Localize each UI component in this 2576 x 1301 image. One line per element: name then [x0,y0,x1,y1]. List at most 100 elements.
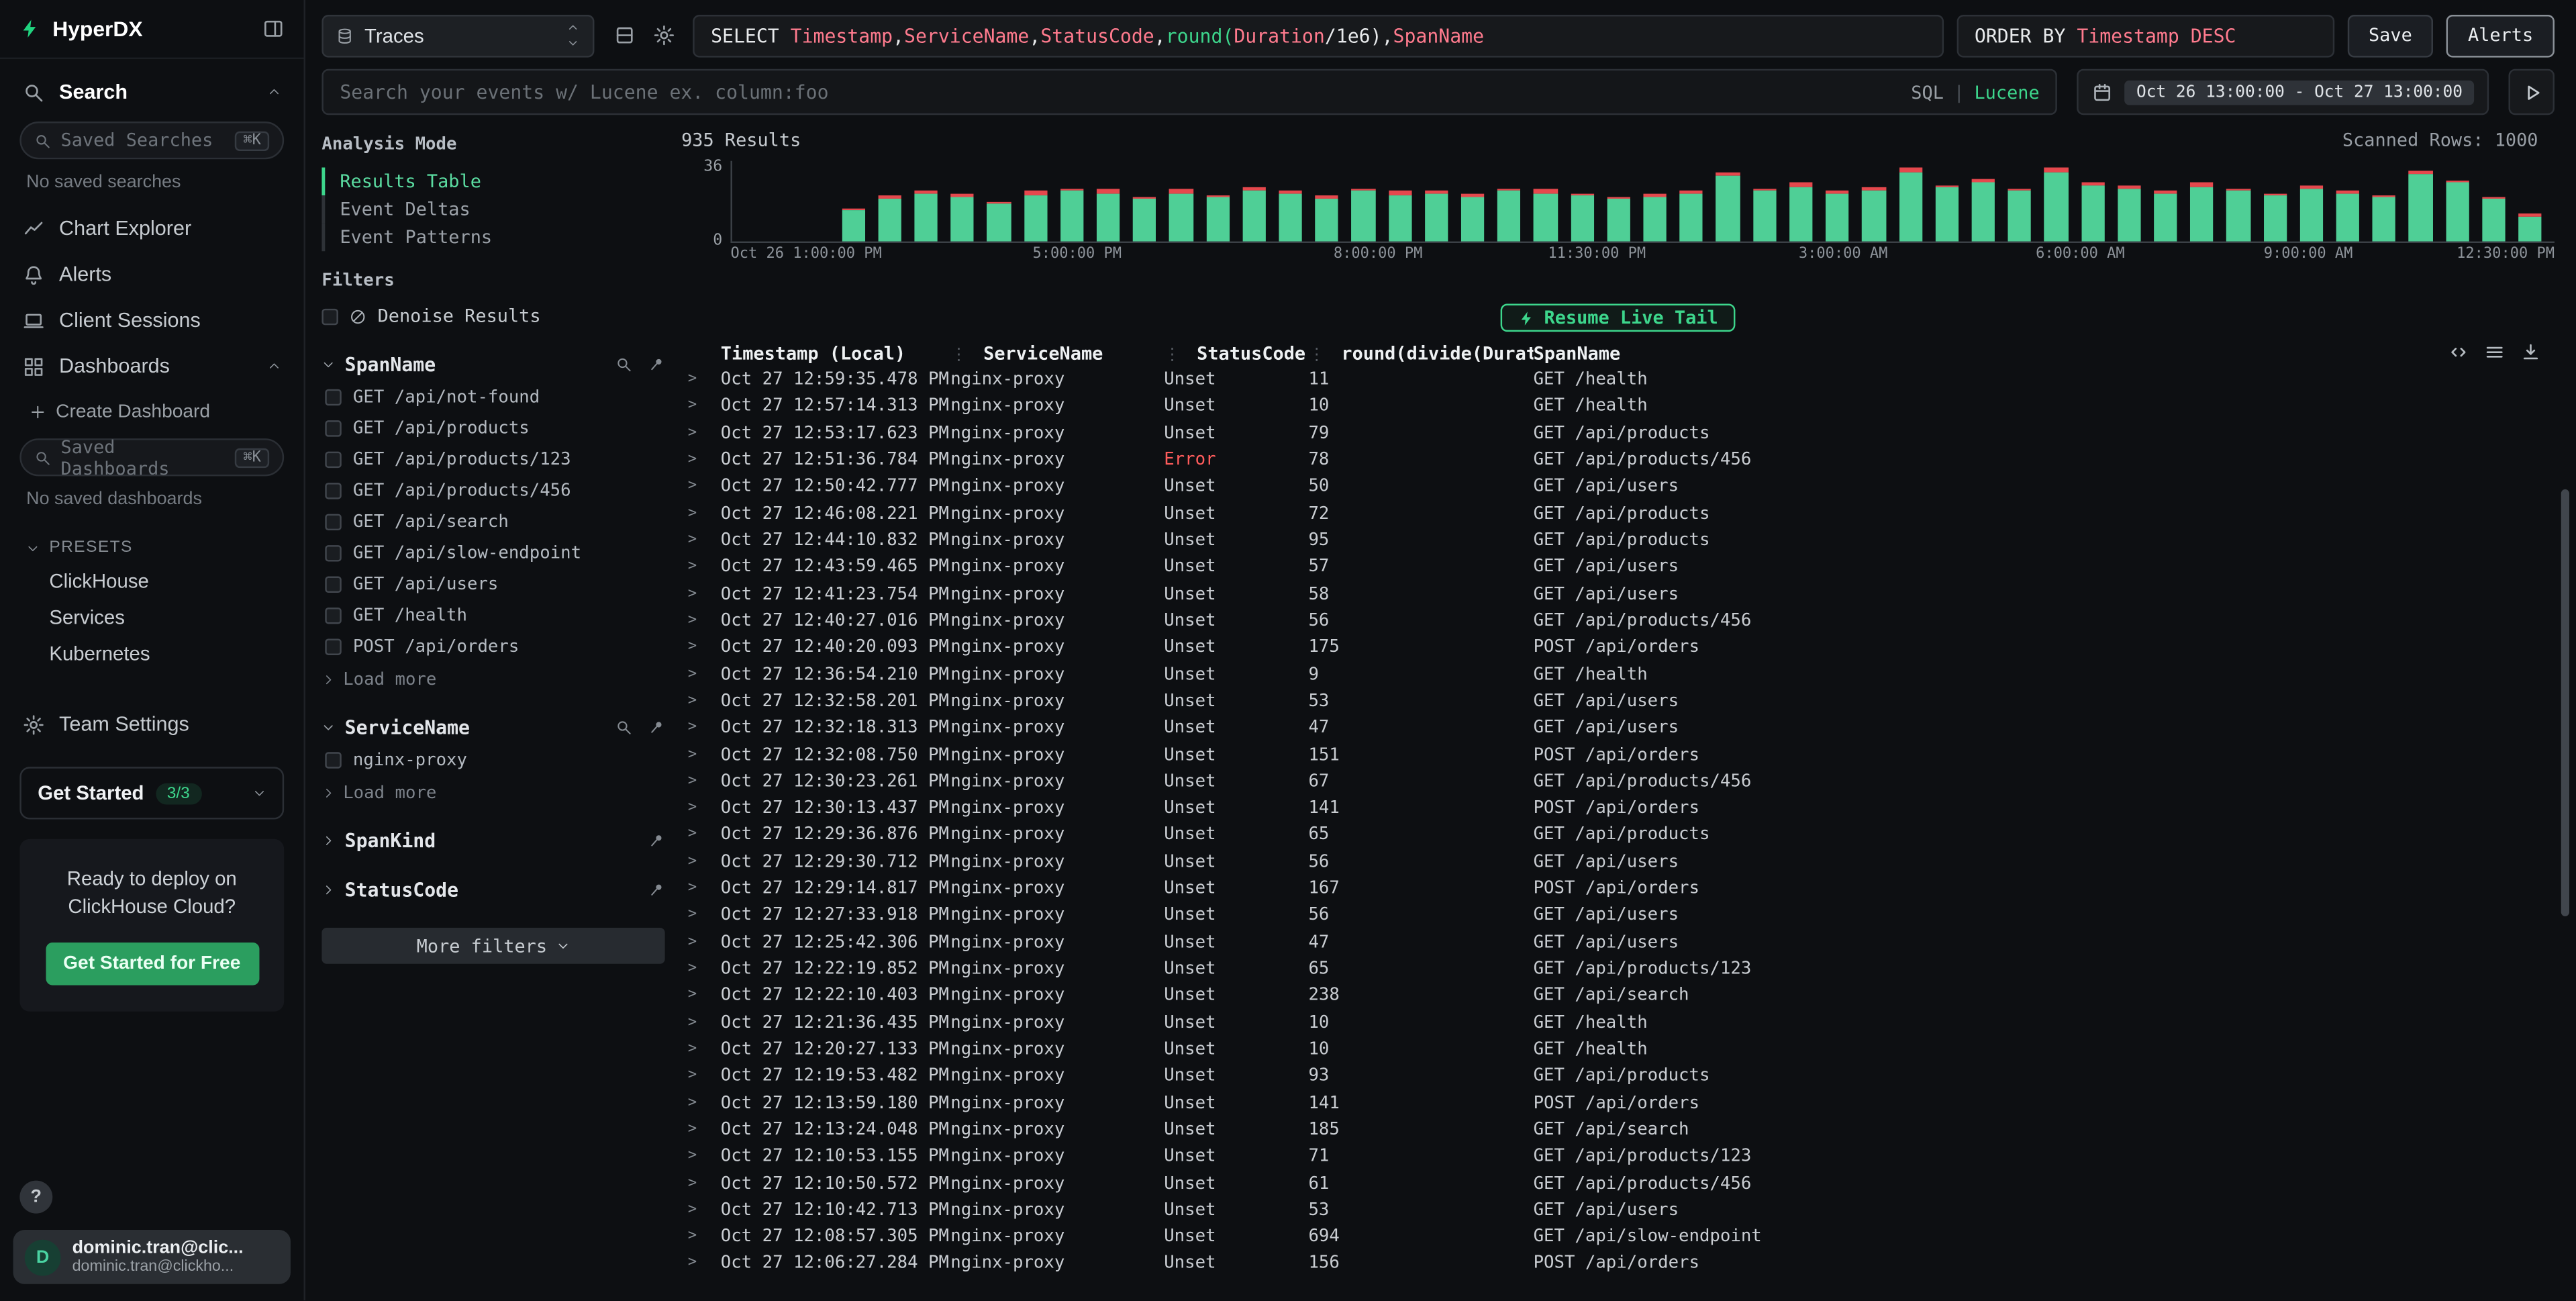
run-query-button[interactable] [2508,69,2554,115]
expand-row-icon[interactable]: > [688,585,721,601]
expand-row-icon[interactable]: > [688,559,721,575]
column-header-duration[interactable]: round(divide(Duration, [1308,342,1533,364]
histogram-bar[interactable] [2154,167,2190,241]
expand-row-icon[interactable]: > [688,1148,721,1164]
histogram-bar[interactable] [987,167,1024,241]
histogram-bar[interactable] [1388,167,1424,241]
code-view-icon[interactable] [2448,342,2469,363]
histogram-bar[interactable] [2409,167,2445,241]
denoise-results-toggle[interactable]: Denoise Results [321,305,664,327]
sidebar-item-team-settings[interactable]: Team Settings [0,701,304,746]
checkbox[interactable] [325,752,341,768]
histogram-bar[interactable] [1971,167,2008,241]
checkbox[interactable] [325,389,341,405]
table-row[interactable]: >Oct 27 12:44:10.832 PMnginx-proxyUnset9… [681,527,2555,554]
histogram-bar[interactable] [1716,167,1752,241]
table-row[interactable]: >Oct 27 12:30:23.261 PMnginx-proxyUnset6… [681,768,2555,795]
table-row[interactable]: >Oct 27 12:20:27.133 PMnginx-proxyUnset1… [681,1036,2555,1063]
filter-group-statuscode[interactable]: StatusCode [321,879,664,902]
expand-row-icon[interactable]: > [688,720,721,736]
table-row[interactable]: >Oct 27 12:10:50.572 PMnginx-proxyUnset6… [681,1169,2555,1196]
pin-icon[interactable] [648,882,664,898]
expand-row-icon[interactable]: > [688,693,721,709]
saved-dashboards-input[interactable]: Saved Dashboards ⌘K [19,438,284,476]
pin-icon[interactable] [648,832,664,849]
mode-sql[interactable]: SQL [1911,81,1944,103]
checkbox[interactable] [325,638,341,655]
expand-row-icon[interactable]: > [688,987,721,1004]
histogram-bar[interactable] [1206,167,1242,241]
preset-services[interactable]: Services [0,599,304,636]
table-row[interactable]: >Oct 27 12:13:59.180 PMnginx-proxyUnset1… [681,1090,2555,1116]
histogram-bar[interactable] [2373,167,2409,241]
source-select[interactable]: Traces [321,14,594,57]
histogram-bar[interactable] [2336,167,2373,241]
sidebar-item-chart-explorer[interactable]: Chart Explorer [0,205,304,251]
histogram-bar[interactable] [1461,167,1497,241]
expand-row-icon[interactable]: > [688,1175,721,1191]
column-header-spanname[interactable]: SpanName [1534,342,2555,364]
expand-row-icon[interactable]: > [688,1041,721,1057]
sidebar-item-dashboards[interactable]: Dashboards [0,343,304,389]
vertical-scrollbar[interactable] [2561,489,2569,916]
expand-row-icon[interactable]: > [688,532,721,548]
alerts-button[interactable]: Alerts [2446,14,2555,57]
help-button[interactable]: ? [19,1181,52,1214]
expand-row-icon[interactable]: > [688,639,721,655]
expand-row-icon[interactable]: > [688,800,721,816]
table-row[interactable]: >Oct 27 12:22:19.852 PMnginx-proxyUnset6… [681,955,2555,982]
table-row[interactable]: >Oct 27 12:40:27.016 PMnginx-proxyUnset5… [681,608,2555,634]
filter-option[interactable]: GET /api/search [321,512,664,532]
filter-option[interactable]: GET /api/products/456 [321,481,664,501]
histogram-bar[interactable] [1425,167,1461,241]
saved-searches-input[interactable]: Saved Searches ⌘K [19,122,284,159]
checkbox[interactable] [321,308,338,324]
table-row[interactable]: >Oct 27 12:13:24.048 PMnginx-proxyUnset1… [681,1116,2555,1143]
table-row[interactable]: >Oct 27 12:21:36.435 PMnginx-proxyUnset1… [681,1009,2555,1036]
expand-row-icon[interactable]: > [688,961,721,977]
select-clause-input[interactable]: SELECT Timestamp,ServiceName,StatusCode,… [693,14,1943,57]
histogram-bar[interactable] [842,167,878,241]
histogram-bar[interactable] [2190,167,2226,241]
filter-option[interactable]: GET /api/slow-endpoint [321,544,664,563]
table-row[interactable]: >Oct 27 12:32:08.750 PMnginx-proxyUnset1… [681,741,2555,768]
table-row[interactable]: >Oct 27 12:40:20.093 PMnginx-proxyUnset1… [681,634,2555,661]
analysis-mode-results-table[interactable]: Results Table [321,167,664,195]
expand-row-icon[interactable]: > [688,853,721,869]
histogram-bar[interactable] [1242,167,1279,241]
checkbox[interactable] [325,483,341,499]
table-row[interactable]: >Oct 27 12:32:18.313 PMnginx-proxyUnset4… [681,714,2555,741]
expand-row-icon[interactable]: > [688,826,721,842]
histogram-bar[interactable] [769,167,805,241]
table-row[interactable]: >Oct 27 12:27:33.918 PMnginx-proxyUnset5… [681,902,2555,928]
resume-live-tail-button[interactable]: Resume Live Tail [1499,304,1736,332]
histogram-bar[interactable] [1644,167,1680,241]
histogram-bar[interactable] [2482,167,2518,241]
histogram-bar[interactable] [1789,167,1826,241]
histogram-bar[interactable] [1497,167,1534,241]
get-started-for-free-button[interactable]: Get Started for Free [45,942,258,985]
histogram-bar[interactable] [2518,167,2555,241]
column-header-timestamp[interactable]: Timestamp (Local) [721,342,950,364]
expand-row-icon[interactable]: > [688,371,721,387]
expand-row-icon[interactable]: > [688,1121,721,1137]
table-row[interactable]: >Oct 27 12:43:59.465 PMnginx-proxyUnset5… [681,554,2555,581]
histogram-bar[interactable] [1935,167,1971,241]
pin-icon[interactable] [648,719,664,735]
expand-row-icon[interactable]: > [688,1255,721,1271]
expand-row-icon[interactable]: > [688,1094,721,1110]
table-row[interactable]: >Oct 27 12:22:10.403 PMnginx-proxyUnset2… [681,982,2555,1009]
checkbox[interactable] [325,420,341,436]
checkbox[interactable] [325,545,341,561]
filter-option[interactable]: GET /api/products/123 [321,450,664,469]
histogram-bar[interactable] [805,167,842,241]
histogram-bar[interactable] [1571,167,1607,241]
expand-row-icon[interactable]: > [688,746,721,763]
histogram-bar[interactable] [1352,167,1388,241]
histogram-bar[interactable] [1316,167,1352,241]
expand-row-icon[interactable]: > [688,1228,721,1245]
histogram-bar[interactable] [2299,167,2336,241]
order-by-input[interactable]: ORDER BY Timestamp DESC [1956,14,2334,57]
histogram-bar[interactable] [1826,167,1862,241]
expand-row-icon[interactable]: > [688,773,721,789]
